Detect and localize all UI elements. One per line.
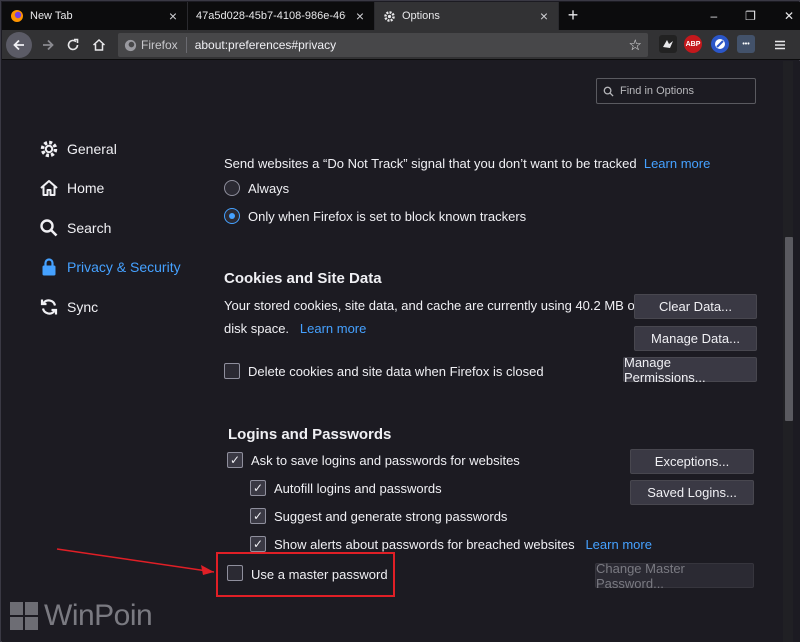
arrow-right-icon (43, 39, 54, 51)
adblock-plus-icon[interactable]: ABP (684, 35, 702, 53)
ask-save-logins-label: Ask to save logins and passwords for web… (251, 453, 520, 468)
manage-permissions-button[interactable]: Manage Permissions... (623, 355, 757, 385)
forward-button[interactable] (36, 33, 60, 57)
restore-icon[interactable]: ❐ (745, 9, 756, 23)
close-tab-icon[interactable]: × (356, 8, 364, 24)
breach-alerts-checkbox[interactable]: ✓ (250, 536, 266, 552)
cookies-description-line2: disk space. Learn more (224, 321, 367, 336)
clear-data-button[interactable]: Clear Data... (634, 294, 757, 319)
suggest-passwords-checkbox[interactable]: ✓ (250, 508, 266, 524)
delete-cookies-on-close-label: Delete cookies and site data when Firefo… (248, 364, 544, 379)
dnt-always-label: Always (248, 181, 290, 196)
search-icon (603, 86, 614, 97)
home-button[interactable] (87, 33, 111, 57)
new-tab-button[interactable]: + (562, 5, 584, 27)
close-tab-icon[interactable]: × (169, 8, 177, 24)
menu-button[interactable] (768, 33, 792, 57)
breach-alerts-label: Show alerts about passwords for breached… (274, 537, 652, 552)
cookies-heading: Cookies and Site Data (224, 270, 382, 287)
url-bar[interactable]: Firefox about:preferences#privacy ☆ (118, 33, 648, 57)
nav-toolbar: Firefox about:preferences#privacy ☆ ABP … (2, 30, 800, 60)
tab-uuid[interactable]: 47a5d028-45b7-4108-986e-46665c9 × (188, 2, 375, 30)
star-icon[interactable]: ☆ (629, 36, 642, 54)
no-entry-icon (715, 39, 725, 49)
scrollbar[interactable] (783, 61, 793, 642)
preferences-content: Find in Options General Home Search Priv… (2, 61, 800, 642)
autofill-logins-checkbox[interactable]: ✓ (250, 480, 266, 496)
bird-icon (663, 40, 673, 48)
watermark: WinPoin (10, 599, 153, 633)
reload-icon (67, 38, 79, 51)
cookies-description-line1: Your stored cookies, site data, and cach… (224, 298, 639, 313)
tab-label: New Tab (30, 10, 73, 22)
firefox-logo-icon (124, 39, 137, 51)
browser-window: New Tab × 47a5d028-45b7-4108-986e-46665c… (0, 0, 800, 642)
dnt-only-when-blocking-label: Only when Firefox is set to block known … (248, 209, 527, 224)
tab-options[interactable]: Options × (375, 2, 559, 30)
close-window-icon[interactable]: ✕ (784, 9, 794, 23)
breach-alerts-learn-more-link[interactable]: Learn more (585, 537, 651, 552)
gear-icon (384, 10, 395, 22)
change-master-password-button[interactable]: Change Master Password... (595, 561, 754, 591)
tab-strip: New Tab × 47a5d028-45b7-4108-986e-46665c… (2, 2, 800, 30)
firefox-logo-icon (11, 10, 23, 22)
find-in-options-input[interactable]: Find in Options (596, 78, 756, 104)
logins-heading: Logins and Passwords (228, 426, 392, 443)
extension-icon[interactable]: ••• (737, 35, 755, 53)
tab-new-tab[interactable]: New Tab × (2, 2, 188, 30)
arrow-left-icon (13, 39, 24, 51)
find-placeholder: Find in Options (620, 85, 694, 97)
scrollbar-thumb[interactable] (785, 237, 793, 421)
hamburger-menu-icon (775, 40, 785, 50)
exceptions-button[interactable]: Exceptions... (630, 449, 754, 474)
reload-button[interactable] (61, 33, 85, 57)
winpoin-logo-icon (10, 602, 38, 630)
extension-icon[interactable] (659, 35, 677, 53)
dnt-learn-more-link[interactable]: Learn more (644, 156, 710, 171)
extension-icon[interactable] (711, 35, 729, 53)
tab-label: Options (402, 10, 440, 22)
back-button[interactable] (6, 32, 32, 58)
manage-data-button[interactable]: Manage Data... (634, 326, 757, 351)
identity-box[interactable]: Firefox (118, 37, 187, 53)
identity-label: Firefox (141, 38, 178, 52)
saved-logins-button[interactable]: Saved Logins... (630, 480, 754, 505)
watermark-text: WinPoin (44, 599, 153, 632)
close-tab-icon[interactable]: × (540, 8, 548, 24)
dnt-description: Send websites a “Do Not Track” signal th… (224, 156, 711, 171)
suggest-passwords-label: Suggest and generate strong passwords (274, 509, 508, 524)
tab-label: 47a5d028-45b7-4108-986e-46665c9 (196, 10, 346, 22)
annotation-arrow (56, 548, 215, 575)
autofill-logins-label: Autofill logins and passwords (274, 481, 442, 496)
minimize-icon[interactable]: – (710, 9, 717, 23)
cookies-learn-more-link[interactable]: Learn more (300, 321, 366, 336)
window-controls: – ❐ ✕ (710, 2, 794, 30)
annotation-highlight-box (216, 552, 395, 597)
home-icon (92, 38, 106, 51)
url-text[interactable]: about:preferences#privacy (187, 38, 648, 52)
